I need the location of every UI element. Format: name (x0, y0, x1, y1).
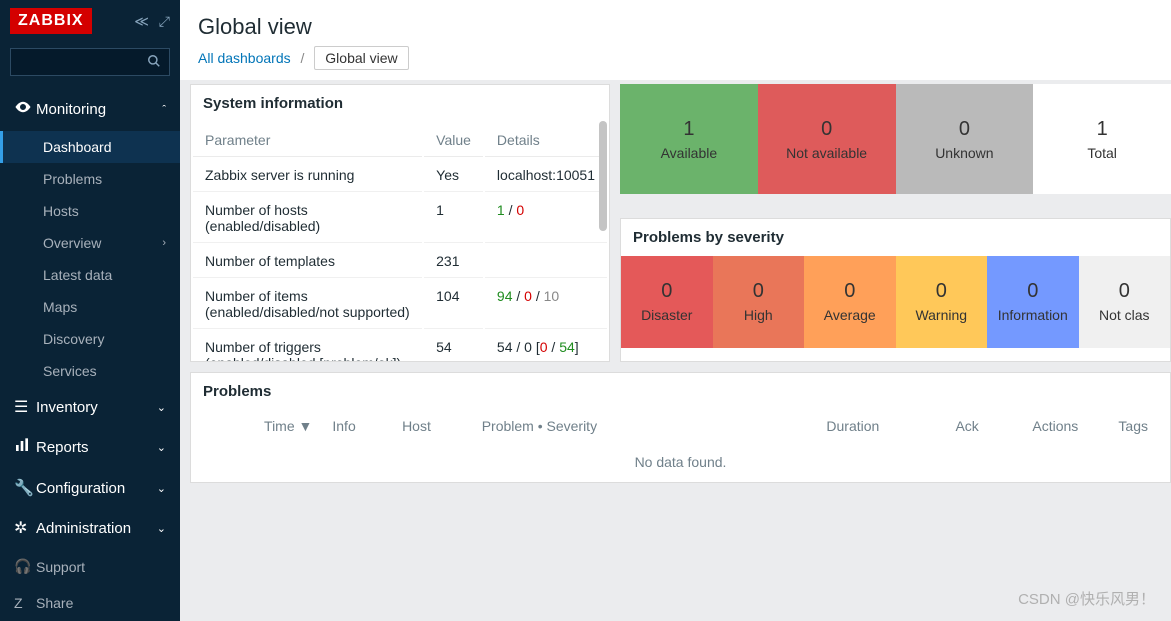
table-row: Number of triggers (enabled/disabled [pr… (193, 331, 607, 362)
nav-reports[interactable]: Reports ⌄ (0, 427, 180, 468)
avail-cell-available[interactable]: 1Available (620, 84, 758, 194)
nav-administration[interactable]: ✲ Administration ⌄ (0, 508, 180, 548)
search-input[interactable] (10, 48, 170, 76)
severity-cell-warning[interactable]: 0Warning (896, 256, 988, 348)
page-header: Global view (180, 0, 1171, 50)
sidebar-header: ZABBIX ≪ ⤢ (0, 0, 180, 42)
chevron-down-icon: ⌄ (157, 482, 166, 495)
avail-cell-not-available[interactable]: 0Not available (758, 84, 896, 194)
table-row: Number of items (enabled/disabled/not su… (193, 280, 607, 329)
gear-icon: ✲ (14, 518, 36, 538)
table-row: Number of templates231 (193, 245, 607, 278)
chart-icon (14, 437, 36, 458)
main: Global view All dashboards / Global view… (180, 0, 1171, 621)
col-details: Details (485, 124, 607, 157)
sidebar: ZABBIX ≪ ⤢ Monitoring ˆ DashboardProblem… (0, 0, 180, 621)
breadcrumb-current[interactable]: Global view (314, 46, 408, 70)
list-icon: ☰ (14, 397, 36, 417)
headset-icon: 🎧 (14, 558, 36, 575)
breadcrumb: All dashboards / Global view (180, 50, 1171, 80)
avail-cell-unknown[interactable]: 0Unknown (896, 84, 1034, 194)
watermark: CSDN @快乐风男！ (1018, 588, 1155, 609)
col-tags[interactable]: Tags (1088, 418, 1158, 434)
widget-title: Problems by severity (621, 219, 1170, 256)
col-duration[interactable]: Duration (730, 418, 889, 434)
avail-cell-total[interactable]: 1Total (1033, 84, 1171, 194)
sidebar-item-latest-data[interactable]: Latest data (3, 259, 180, 291)
severity-cell-high[interactable]: 0High (713, 256, 805, 348)
table-row: Number of hosts (enabled/disabled)11 / 0 (193, 194, 607, 243)
link-share[interactable]: Z Share (0, 585, 180, 621)
severity-cell-average[interactable]: 0Average (804, 256, 896, 348)
sidebar-item-hosts[interactable]: Hosts (3, 195, 180, 227)
nav-label: Monitoring (36, 101, 106, 118)
col-actions[interactable]: Actions (989, 418, 1089, 434)
table-row: Zabbix server is runningYeslocalhost:100… (193, 159, 607, 192)
widget-system-info: System information Parameter Value Detai… (190, 84, 610, 362)
wrench-icon: 🔧 (14, 478, 36, 498)
sidebar-item-problems[interactable]: Problems (3, 163, 180, 195)
breadcrumb-all[interactable]: All dashboards (198, 50, 291, 66)
severity-cell-disaster[interactable]: 0Disaster (621, 256, 713, 348)
chevron-down-icon: ⌄ (157, 441, 166, 454)
expand-icon[interactable]: ⤢ (159, 13, 170, 29)
col-value: Value (424, 124, 483, 157)
col-time[interactable]: Time ▼ (203, 418, 322, 434)
chevron-right-icon: › (162, 237, 166, 249)
col-ack[interactable]: Ack (889, 418, 989, 434)
collapse-icon[interactable]: ≪ (134, 13, 149, 29)
sidebar-item-services[interactable]: Services (3, 355, 180, 387)
chevron-down-icon: ⌄ (157, 522, 166, 535)
chevron-down-icon: ⌄ (157, 401, 166, 414)
col-parameter: Parameter (193, 124, 422, 157)
search-icon[interactable] (147, 54, 161, 71)
logo[interactable]: ZABBIX (10, 8, 92, 34)
page-title: Global view (198, 14, 1153, 40)
no-data-message: No data found. (191, 442, 1170, 482)
eye-icon (14, 98, 36, 121)
severity-cell-not-clas[interactable]: 0Not clas (1079, 256, 1171, 348)
widget-title: Problems (191, 373, 1170, 410)
severity-cell-information[interactable]: 0Information (987, 256, 1079, 348)
chevron-up-icon: ˆ (162, 104, 166, 116)
widget-problems: Problems Time ▼ Info Host Problem • Seve… (190, 372, 1171, 483)
col-host[interactable]: Host (392, 418, 472, 434)
col-problem[interactable]: Problem • Severity (472, 418, 731, 434)
widget-title: System information (191, 85, 609, 122)
link-support[interactable]: 🎧 Support (0, 548, 180, 585)
share-icon: Z (14, 595, 36, 611)
table-header: Time ▼ Info Host Problem • Severity Dura… (191, 410, 1170, 442)
sidebar-item-overview[interactable]: Overview› (3, 227, 180, 259)
scrollbar[interactable] (599, 121, 607, 231)
widget-problems-severity: Problems by severity 0Disaster0High0Aver… (620, 218, 1171, 363)
nav-monitoring[interactable]: Monitoring ˆ (0, 88, 180, 131)
widget-host-availability: 1Available0Not available0Unknown1Total (620, 84, 1171, 194)
sidebar-item-discovery[interactable]: Discovery (3, 323, 180, 355)
nav-inventory[interactable]: ☰ Inventory ⌄ (0, 387, 180, 427)
sidebar-item-dashboard[interactable]: Dashboard (0, 131, 180, 163)
col-info[interactable]: Info (322, 418, 392, 434)
sidebar-item-maps[interactable]: Maps (3, 291, 180, 323)
nav-configuration[interactable]: 🔧 Configuration ⌄ (0, 468, 180, 508)
